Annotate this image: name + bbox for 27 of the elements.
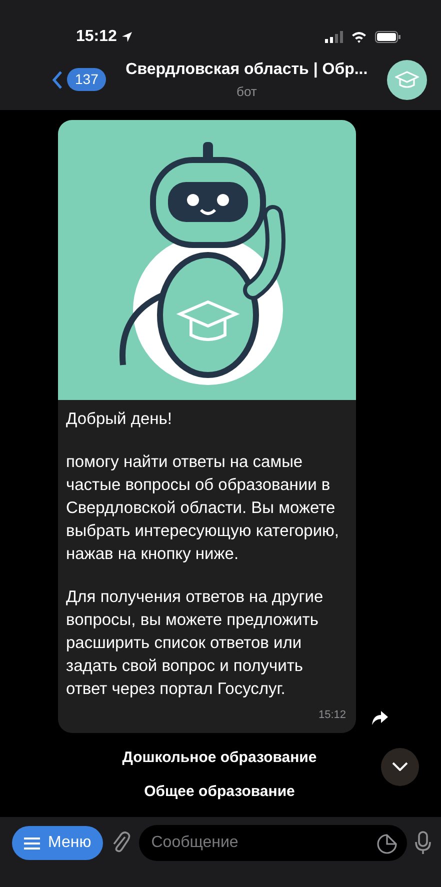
wifi-icon — [351, 31, 367, 43]
back-button[interactable]: 137 — [52, 68, 106, 92]
chat-subtitle: бот — [236, 83, 258, 101]
graduation-cap-icon — [395, 70, 419, 89]
signal-icon — [325, 31, 343, 43]
menu-icon — [24, 836, 40, 850]
paperclip-icon[interactable] — [111, 831, 132, 855]
share-arrow-icon[interactable] — [372, 710, 388, 725]
keyboard-button[interactable]: Общее образование — [144, 775, 295, 810]
keyboard-button[interactable]: Дошкольное образование — [122, 740, 317, 776]
microphone-icon[interactable] — [415, 831, 431, 855]
scroll-down-button[interactable] — [381, 748, 419, 786]
sticker-icon[interactable] — [377, 834, 397, 854]
message-text: Для получения ответов на другие вопросы, вы можете предложить расширить список ответов или задать свой вопрос и получить ответ через портал Госуслуг. — [66, 587, 324, 700]
chat-title: Свердловская область | Обр... — [124, 60, 369, 80]
clock-time: 15:12 — [76, 27, 117, 47]
menu-button[interactable]: Меню — [12, 826, 104, 860]
message-time: 15:12 — [318, 708, 346, 721]
chevron-down-icon — [392, 762, 408, 772]
message-field[interactable]: Сообщение — [139, 825, 407, 861]
battery-icon — [375, 31, 401, 43]
back-chevron-icon — [52, 70, 63, 90]
unread-count: 137 — [67, 68, 106, 92]
message-text: помогу найти ответы на самые частые вопросы об образовании в Свердловской области. Вы можете выбрать интересующую категорию, нажав на кнопку ниже. — [66, 452, 340, 565]
location-arrow-icon — [120, 31, 133, 43]
bot-avatar[interactable] — [387, 60, 427, 100]
message-text: Добрый день! — [66, 408, 173, 430]
